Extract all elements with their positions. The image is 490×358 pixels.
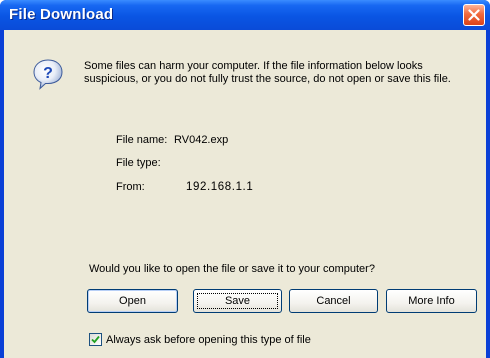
from-value: 192.168.1.1 <box>186 181 254 193</box>
file-name-value: RV042.exp <box>174 134 229 146</box>
svg-text:?: ? <box>43 65 53 82</box>
file-name-label: File name: <box>116 134 168 146</box>
always-ask-label[interactable]: Always ask before opening this type of f… <box>106 333 311 347</box>
warning-message: Some files can harm your computer. If th… <box>84 60 451 85</box>
question-icon: ? <box>33 59 63 90</box>
dialog-body: ? Some files can harm your computer. If … <box>4 30 486 358</box>
check-icon <box>91 335 100 344</box>
cancel-button[interactable]: Cancel <box>289 289 378 313</box>
file-download-dialog: File Download ? Some files can harm your… <box>0 0 490 358</box>
close-icon <box>468 9 480 21</box>
open-button[interactable]: Open <box>87 289 178 313</box>
title-bar[interactable]: File Download <box>0 0 490 30</box>
close-button[interactable] <box>463 4 485 26</box>
cancel-button-label: Cancel <box>316 295 351 307</box>
more-info-button-label: More Info <box>408 295 455 307</box>
always-ask-checkbox[interactable] <box>89 333 102 346</box>
open-or-save-question: Would you like to open the file or save … <box>89 263 375 275</box>
file-type-label: File type: <box>116 157 161 169</box>
from-label: From: <box>116 181 145 193</box>
save-button[interactable]: Save <box>193 289 282 313</box>
window-title: File Download <box>9 6 114 23</box>
open-button-label: Open <box>119 295 146 307</box>
more-info-button[interactable]: More Info <box>386 289 477 313</box>
save-button-label: Save <box>224 295 251 307</box>
